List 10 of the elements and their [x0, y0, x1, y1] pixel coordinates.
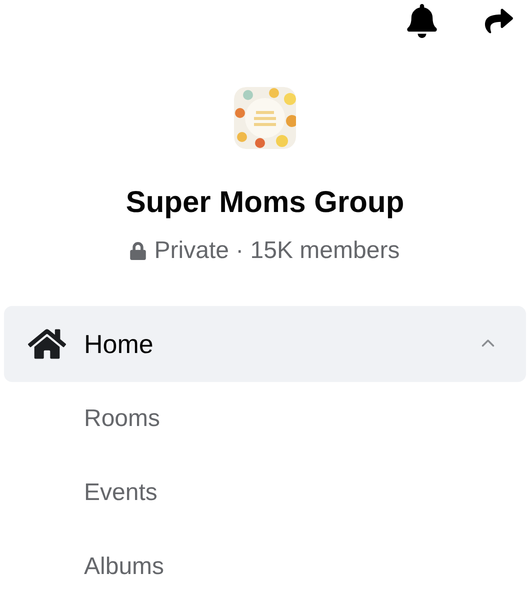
- group-info: Private · 15K members: [154, 236, 400, 266]
- share-icon[interactable]: [484, 7, 514, 35]
- nav-item[interactable]: Home: [4, 306, 526, 382]
- bell-icon[interactable]: [406, 4, 438, 38]
- home-icon: [28, 327, 66, 361]
- nav-item[interactable]: Albums: [4, 530, 526, 604]
- nav-item[interactable]: Rooms: [4, 382, 526, 456]
- group-name: Super Moms Group: [126, 185, 404, 221]
- lock-icon: [130, 242, 146, 260]
- nav-item[interactable]: Events: [4, 456, 526, 530]
